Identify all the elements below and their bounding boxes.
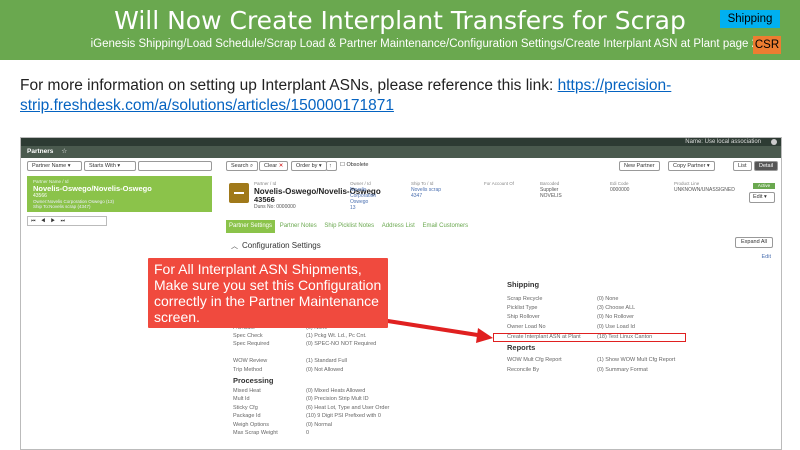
app-topbar: Name: Use local association [21,138,781,146]
config-section-title[interactable]: ︿ Configuration Settings [231,241,321,251]
tab-ship-picklist-notes[interactable]: Ship Picklist Notes [321,220,377,233]
search-icon: ⌕ [249,163,254,169]
config-row: Ship Rollover (0) No Rollover [507,314,634,320]
breadcrumb-path: iGenesis Shipping/Load Schedule/Scrap Lo… [90,38,758,50]
csr-badge: CSR [753,36,781,54]
star-icon[interactable]: ☆ [61,148,67,155]
config-row: Scrap Recycle (0) None [507,296,619,302]
partner-detail: Partner / Id Novelis-Oswego/Novelis-Oswe… [226,176,781,233]
info-text: For more information on setting up Inter… [20,76,780,116]
topbar-user: Name: Use local association [685,139,761,145]
detail-view-button[interactable]: Detail [754,161,779,171]
tab-partner-notes[interactable]: Partner Notes [277,220,320,233]
config-row: Reconcile By (0) Summary Format [507,367,648,373]
app-navbar: Partners ☆ [21,146,781,158]
user-avatar-icon[interactable] [771,139,777,145]
shipping-heading: Shipping [507,280,540,289]
config-row: WOW Mult Cfg Report (1) Show WOW Mult Cfg… [507,357,676,363]
config-row: Trip Method (0) Not Allowed [233,367,344,373]
new-partner-button[interactable]: New Partner [619,161,660,171]
tab-email-customers[interactable]: Email Customers [419,220,471,233]
partner-icon [229,183,249,203]
processing-heading: Processing [233,376,274,385]
callout-note: For All Interplant ASN Shipments, Make s… [148,258,388,328]
config-edit-link[interactable]: Edit [762,254,771,260]
copy-partner-button[interactable]: Copy Partner ▾ [668,161,715,171]
close-icon: ✕ [278,163,284,169]
edit-button[interactable]: Edit ▾ [749,192,775,203]
nav-title: Partners [27,148,54,155]
config-row: Weigh Options (0) Normal [233,422,332,428]
slide-title: Will Now Create Interplant Transfers for… [114,6,686,35]
expand-all-button[interactable]: Expand All [735,237,773,248]
search-input[interactable] [138,161,212,171]
config-row: Picklist Type (3) Choose ALL [507,305,636,311]
slide: Will Now Create Interplant Transfers for… [0,0,800,450]
chevron-up-icon: ︿ [231,243,238,250]
info-prefix: For more information on setting up Inter… [20,77,558,94]
order-by-select[interactable]: Order by ▾ [291,161,327,171]
pager-controls[interactable]: ⏮ ◀ ▶ ⏭ [27,216,107,226]
header-band: Will Now Create Interplant Transfers for… [0,0,800,60]
search-button[interactable]: Search ⌕ [226,161,259,171]
config-row: Mult Id (0) Precision Strip Mult ID [233,396,369,402]
starts-with-select[interactable]: Starts With ▾ [84,161,136,171]
config-row: Mixed Heat (0) Mixed Heats Allowed [233,388,366,394]
owner-link[interactable]: Novelis Corporation Oswego [350,187,386,205]
detail-tabs: Partner Settings Partner Notes Ship Pick… [226,220,471,233]
app-screenshot: Name: Use local association Partners ☆ Pa… [20,137,782,450]
obsolete-checkbox[interactable]: ☐ Obsolete [340,161,369,171]
config-row: Spec Check (1) Pckg Wt. Ld., Pc Cnt. [233,333,367,339]
detail-header: Partner / Id Novelis-Oswego/Novelis-Oswe… [226,176,781,216]
config-row: Spec Required (0) SPEC-NO NOT Required [233,341,377,347]
config-row: WOW Review (1) Standard Full [233,358,347,364]
reports-heading: Reports [507,343,536,352]
sort-arrow-icon[interactable]: ↑ [326,161,337,171]
config-row: Owner Load No (0) Use Load Id [507,324,635,330]
config-row: Package Id (10) 9 Digit PSI Prefixed with… [233,413,381,419]
config-row: Sticky Cfg (6) Heat Lot, Type and User Or… [233,405,390,411]
shipping-badge: Shipping [720,10,780,28]
tab-partner-settings[interactable]: Partner Settings [226,220,276,233]
tab-address-list[interactable]: Address List [379,220,418,233]
partner-name-select[interactable]: Partner Name ▾ [27,161,82,171]
selected-partner-card[interactable]: Partner Name / Id Novelis-Oswego/Novelis… [27,176,212,212]
config-row: Max Scrap Weight 0 [233,430,310,436]
partner-list: Partner Name / Id Novelis-Oswego/Novelis… [27,176,212,226]
clear-button[interactable]: Clear ✕ [259,161,289,171]
list-view-button[interactable]: List [733,161,752,171]
status-badge: Active [753,183,775,189]
highlight-box [493,333,686,342]
